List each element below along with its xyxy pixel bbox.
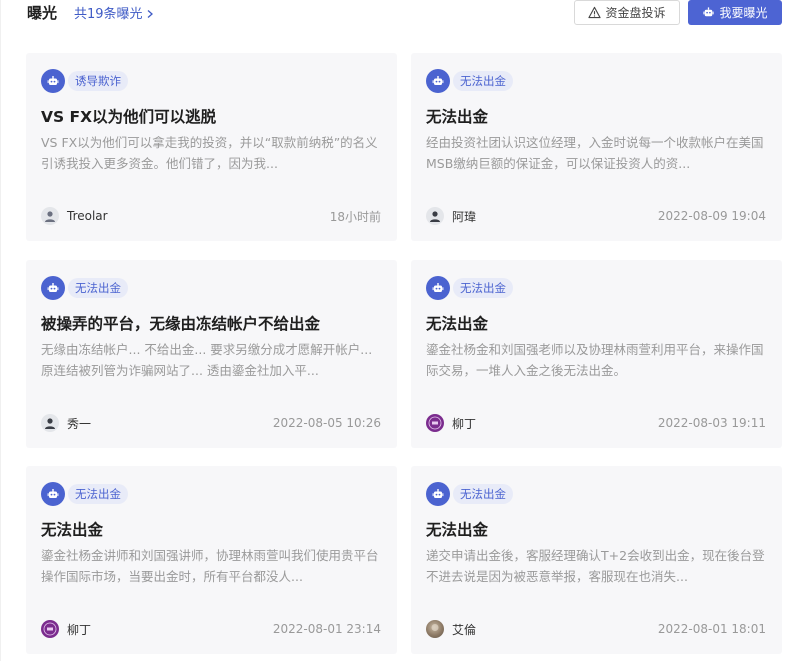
author-name: 阿瑋 bbox=[452, 209, 477, 224]
card-title: 无法出金 bbox=[426, 315, 489, 333]
category-tag-label: 无法出金 bbox=[453, 484, 513, 504]
fund-scheme-complaint-label: 资金盘投诉 bbox=[605, 6, 666, 20]
exposure-card[interactable]: 无法出金 无法出金 递交申请出金後，客服经理确认T+2会收到出金，现在後台登不进… bbox=[411, 466, 782, 654]
post-time: 2022-08-01 18:01 bbox=[657, 622, 766, 636]
avatar-logo-icon bbox=[428, 416, 442, 430]
robot-icon bbox=[41, 482, 65, 506]
avatar bbox=[426, 414, 444, 432]
category-tag-label: 无法出金 bbox=[68, 484, 128, 504]
page-title: 曝光 bbox=[27, 4, 58, 22]
avatar bbox=[426, 207, 444, 225]
card-title: 被操弄的平台，无缘由冻结帐户不给出金 bbox=[41, 315, 321, 333]
card-title: 无法出金 bbox=[426, 521, 489, 539]
card-description: VS FX以为他们可以拿走我的投资，并以“取款前纳税”的名义引诱我投入更多资金。… bbox=[41, 135, 378, 171]
robot-icon bbox=[703, 7, 715, 17]
robot-icon bbox=[426, 69, 450, 93]
card-footer: 秀一 2022-08-05 10:26 bbox=[41, 413, 381, 433]
card-author: 艾倫 bbox=[426, 620, 476, 638]
header-bar: 曝光 共19条曝光 资金盘投诉 我要曝光 bbox=[0, 0, 799, 26]
avatar bbox=[426, 620, 444, 638]
category-tag: 诱导欺诈 bbox=[41, 69, 128, 93]
post-time: 2022-08-01 23:14 bbox=[272, 622, 381, 636]
card-description: 鎏金社杨金和刘国强老师以及协理林雨萱利用平台，来操作国际交易，一堆人入金之後无法… bbox=[426, 342, 764, 378]
card-title: 无法出金 bbox=[426, 108, 489, 126]
card-author: Treolar bbox=[41, 207, 108, 225]
category-tag-label: 无法出金 bbox=[453, 278, 513, 298]
avatar-logo-icon bbox=[43, 622, 57, 636]
robot-icon bbox=[426, 276, 450, 300]
card-author: 柳丁 bbox=[426, 414, 476, 432]
category-tag: 无法出金 bbox=[426, 69, 513, 93]
warning-icon bbox=[588, 6, 602, 19]
card-author: 阿瑋 bbox=[426, 207, 476, 225]
post-time: 2022-08-09 19:04 bbox=[657, 209, 766, 223]
exposure-card[interactable]: 无法出金 无法出金 鎏金社杨金和刘国强老师以及协理林雨萱利用平台，来操作国际交易… bbox=[411, 260, 782, 448]
robot-icon bbox=[426, 482, 450, 506]
category-tag: 无法出金 bbox=[41, 482, 128, 506]
exposure-count-label: 共19条曝光 bbox=[74, 7, 143, 22]
exposure-card[interactable]: 诱导欺诈 VS FX以为他们可以逃脱 VS FX以为他们可以拿走我的投资，并以“… bbox=[26, 53, 397, 241]
card-description: 递交申请出金後，客服经理确认T+2会收到出金，现在後台登不进去说是因为被恶意举报… bbox=[426, 548, 765, 584]
card-title: VS FX以为他们可以逃脱 bbox=[41, 108, 217, 126]
card-footer: Treolar 18小时前 bbox=[41, 206, 381, 226]
card-description: 无缘由冻结帐户... 不给出金... 要求另缴分成才愿解开帐户... 原连结被列… bbox=[41, 342, 373, 378]
submit-exposure-label: 我要曝光 bbox=[719, 6, 768, 20]
author-name: 秀一 bbox=[67, 416, 92, 431]
avatar bbox=[41, 620, 59, 638]
author-name: 艾倫 bbox=[452, 622, 477, 637]
user-icon bbox=[45, 211, 55, 222]
post-time: 2022-08-05 10:26 bbox=[272, 416, 381, 430]
card-footer: 艾倫 2022-08-01 18:01 bbox=[426, 619, 766, 639]
exposure-card[interactable]: 无法出金 无法出金 经由投资社团认识这位经理，入金时说每一个收款帐户在美国MSB… bbox=[411, 53, 782, 241]
category-tag-label: 诱导欺诈 bbox=[68, 71, 128, 91]
category-tag: 无法出金 bbox=[426, 482, 513, 506]
user-icon bbox=[45, 418, 55, 429]
card-description: 经由投资社团认识这位经理，入金时说每一个收款帐户在美国MSB缴纳巨额的保证金，可… bbox=[426, 135, 764, 171]
submit-exposure-button[interactable]: 我要曝光 bbox=[688, 0, 782, 25]
category-tag-label: 无法出金 bbox=[68, 278, 128, 298]
exposure-card[interactable]: 无法出金 无法出金 鎏金社杨金讲师和刘国强讲师，协理林雨萱叫我们使用贵平台操作国… bbox=[26, 466, 397, 654]
fund-scheme-complaint-button[interactable]: 资金盘投诉 bbox=[574, 0, 680, 25]
card-title: 无法出金 bbox=[41, 521, 104, 539]
author-name: 柳丁 bbox=[452, 416, 477, 431]
user-icon bbox=[430, 211, 440, 222]
avatar bbox=[41, 207, 59, 225]
card-description: 鎏金社杨金讲师和刘国强讲师，协理林雨萱叫我们使用贵平台操作国际市场，当要出金时，… bbox=[41, 548, 379, 584]
card-footer: 柳丁 2022-08-03 19:11 bbox=[426, 413, 766, 433]
left-divider bbox=[0, 0, 1, 661]
exposure-count-link[interactable]: 共19条曝光 bbox=[74, 3, 155, 22]
category-tag-label: 无法出金 bbox=[453, 71, 513, 91]
author-name: Treolar bbox=[67, 209, 108, 223]
card-author: 柳丁 bbox=[41, 620, 91, 638]
robot-icon bbox=[41, 276, 65, 300]
category-tag: 无法出金 bbox=[426, 276, 513, 300]
author-name: 柳丁 bbox=[67, 622, 92, 637]
avatar bbox=[41, 414, 59, 432]
card-footer: 阿瑋 2022-08-09 19:04 bbox=[426, 206, 766, 226]
chevron-right-icon bbox=[145, 8, 155, 18]
robot-icon bbox=[41, 69, 65, 93]
post-time: 2022-08-03 19:11 bbox=[657, 416, 766, 430]
card-author: 秀一 bbox=[41, 414, 91, 432]
category-tag: 无法出金 bbox=[41, 276, 128, 300]
user-photo-icon bbox=[431, 624, 439, 631]
post-time: 18小时前 bbox=[329, 209, 381, 224]
card-footer: 柳丁 2022-08-01 23:14 bbox=[41, 619, 381, 639]
exposure-card[interactable]: 无法出金 被操弄的平台，无缘由冻结帐户不给出金 无缘由冻结帐户... 不给出金.… bbox=[26, 260, 397, 448]
